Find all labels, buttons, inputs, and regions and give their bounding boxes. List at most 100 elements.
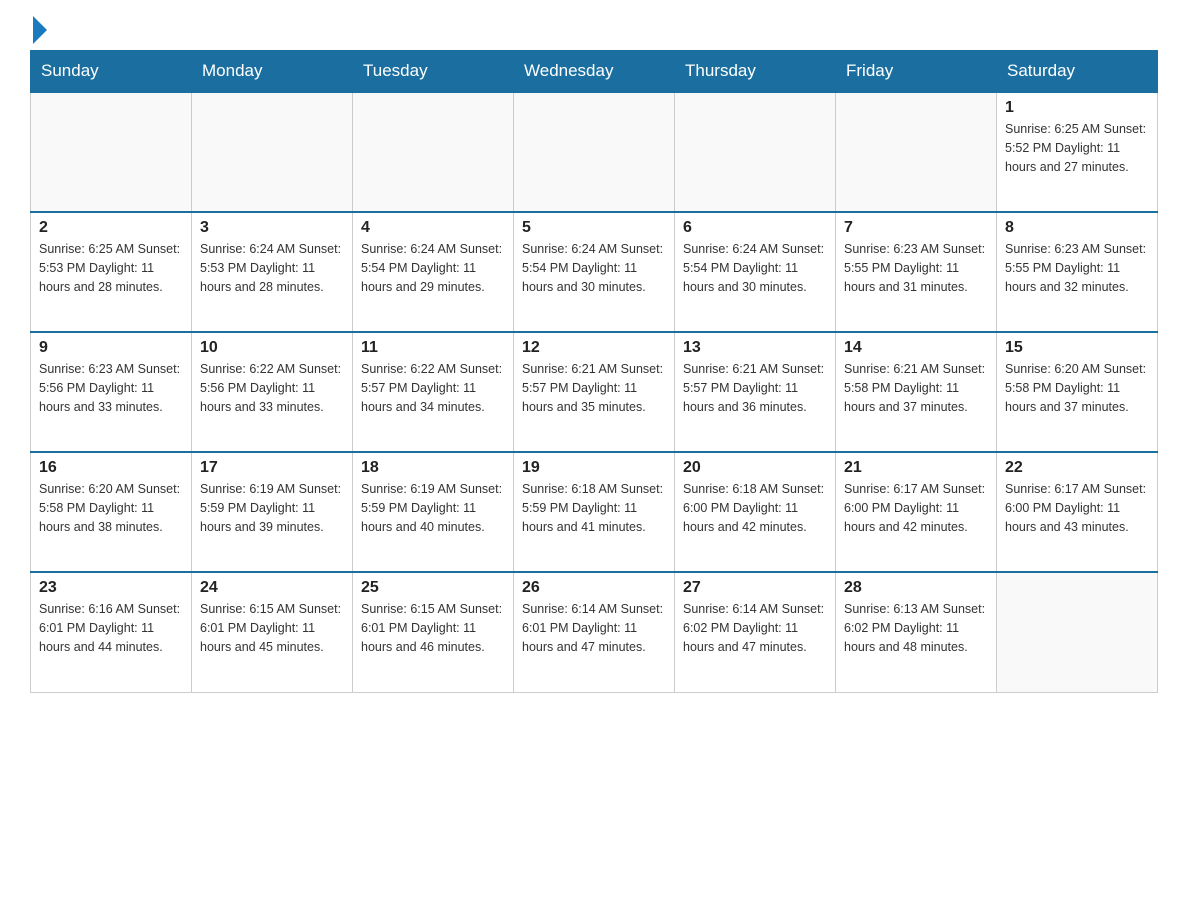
header-monday: Monday xyxy=(192,51,353,93)
day-number: 26 xyxy=(522,579,666,597)
day-cell: 25 Sunrise: 6:15 AM Sunset: 6:01 PM Dayli… xyxy=(353,572,514,692)
day-number: 21 xyxy=(844,459,988,477)
week-row-1: 1 Sunrise: 6:25 AM Sunset: 5:52 PM Daylig… xyxy=(31,92,1158,212)
day-cell: 8 Sunrise: 6:23 AM Sunset: 5:55 PM Daylig… xyxy=(997,212,1158,332)
day-cell: 11 Sunrise: 6:22 AM Sunset: 5:57 PM Dayli… xyxy=(353,332,514,452)
header-friday: Friday xyxy=(836,51,997,93)
header-thursday: Thursday xyxy=(675,51,836,93)
day-info: Sunrise: 6:25 AM Sunset: 5:53 PM Dayligh… xyxy=(39,240,183,296)
day-number: 1 xyxy=(1005,99,1149,117)
calendar-header-row: SundayMondayTuesdayWednesdayThursdayFrid… xyxy=(31,51,1158,93)
day-cell: 13 Sunrise: 6:21 AM Sunset: 5:57 PM Dayli… xyxy=(675,332,836,452)
page-header xyxy=(30,20,1158,40)
day-info: Sunrise: 6:14 AM Sunset: 6:01 PM Dayligh… xyxy=(522,600,666,656)
day-number: 28 xyxy=(844,579,988,597)
day-cell: 23 Sunrise: 6:16 AM Sunset: 6:01 PM Dayli… xyxy=(31,572,192,692)
logo xyxy=(30,20,47,40)
day-cell: 28 Sunrise: 6:13 AM Sunset: 6:02 PM Dayli… xyxy=(836,572,997,692)
day-cell: 14 Sunrise: 6:21 AM Sunset: 5:58 PM Dayli… xyxy=(836,332,997,452)
day-info: Sunrise: 6:22 AM Sunset: 5:56 PM Dayligh… xyxy=(200,360,344,416)
day-info: Sunrise: 6:20 AM Sunset: 5:58 PM Dayligh… xyxy=(39,480,183,536)
day-cell: 12 Sunrise: 6:21 AM Sunset: 5:57 PM Dayli… xyxy=(514,332,675,452)
day-info: Sunrise: 6:25 AM Sunset: 5:52 PM Dayligh… xyxy=(1005,120,1149,176)
day-info: Sunrise: 6:17 AM Sunset: 6:00 PM Dayligh… xyxy=(844,480,988,536)
day-number: 4 xyxy=(361,219,505,237)
day-info: Sunrise: 6:23 AM Sunset: 5:55 PM Dayligh… xyxy=(844,240,988,296)
week-row-2: 2 Sunrise: 6:25 AM Sunset: 5:53 PM Daylig… xyxy=(31,212,1158,332)
day-info: Sunrise: 6:19 AM Sunset: 5:59 PM Dayligh… xyxy=(361,480,505,536)
day-number: 6 xyxy=(683,219,827,237)
day-number: 12 xyxy=(522,339,666,357)
day-info: Sunrise: 6:13 AM Sunset: 6:02 PM Dayligh… xyxy=(844,600,988,656)
day-cell: 17Sunrise: 6:19 AM Sunset: 5:59 PM Dayli… xyxy=(192,452,353,572)
day-number: 3 xyxy=(200,219,344,237)
day-cell: 27 Sunrise: 6:14 AM Sunset: 6:02 PM Dayli… xyxy=(675,572,836,692)
header-tuesday: Tuesday xyxy=(353,51,514,93)
week-row-5: 23 Sunrise: 6:16 AM Sunset: 6:01 PM Dayli… xyxy=(31,572,1158,692)
day-cell xyxy=(997,572,1158,692)
day-info: Sunrise: 6:24 AM Sunset: 5:53 PM Dayligh… xyxy=(200,240,344,296)
day-number: 10 xyxy=(200,339,344,357)
day-cell: 21 Sunrise: 6:17 AM Sunset: 6:00 PM Dayli… xyxy=(836,452,997,572)
day-cell xyxy=(836,92,997,212)
day-number: 14 xyxy=(844,339,988,357)
day-cell: 6 Sunrise: 6:24 AM Sunset: 5:54 PM Daylig… xyxy=(675,212,836,332)
day-info: Sunrise: 6:19 AM Sunset: 5:59 PM Dayligh… xyxy=(200,480,344,536)
week-row-4: 16Sunrise: 6:20 AM Sunset: 5:58 PM Dayli… xyxy=(31,452,1158,572)
day-cell xyxy=(31,92,192,212)
day-info: Sunrise: 6:24 AM Sunset: 5:54 PM Dayligh… xyxy=(361,240,505,296)
day-number: 22 xyxy=(1005,459,1149,477)
day-cell: 9Sunrise: 6:23 AM Sunset: 5:56 PM Daylig… xyxy=(31,332,192,452)
day-info: Sunrise: 6:15 AM Sunset: 6:01 PM Dayligh… xyxy=(361,600,505,656)
day-info: Sunrise: 6:23 AM Sunset: 5:55 PM Dayligh… xyxy=(1005,240,1149,296)
logo-triangle-icon xyxy=(33,16,47,44)
day-cell xyxy=(675,92,836,212)
day-cell: 2 Sunrise: 6:25 AM Sunset: 5:53 PM Daylig… xyxy=(31,212,192,332)
day-cell: 20 Sunrise: 6:18 AM Sunset: 6:00 PM Dayli… xyxy=(675,452,836,572)
day-info: Sunrise: 6:24 AM Sunset: 5:54 PM Dayligh… xyxy=(522,240,666,296)
day-cell: 22 Sunrise: 6:17 AM Sunset: 6:00 PM Dayli… xyxy=(997,452,1158,572)
header-wednesday: Wednesday xyxy=(514,51,675,93)
day-cell xyxy=(192,92,353,212)
day-cell: 4 Sunrise: 6:24 AM Sunset: 5:54 PM Daylig… xyxy=(353,212,514,332)
day-cell: 19 Sunrise: 6:18 AM Sunset: 5:59 PM Dayli… xyxy=(514,452,675,572)
day-number: 2 xyxy=(39,219,183,237)
day-cell: 10 Sunrise: 6:22 AM Sunset: 5:56 PM Dayli… xyxy=(192,332,353,452)
week-row-3: 9Sunrise: 6:23 AM Sunset: 5:56 PM Daylig… xyxy=(31,332,1158,452)
day-number: 9 xyxy=(39,339,183,357)
day-info: Sunrise: 6:21 AM Sunset: 5:57 PM Dayligh… xyxy=(683,360,827,416)
day-cell: 24Sunrise: 6:15 AM Sunset: 6:01 PM Dayli… xyxy=(192,572,353,692)
day-number: 8 xyxy=(1005,219,1149,237)
day-info: Sunrise: 6:24 AM Sunset: 5:54 PM Dayligh… xyxy=(683,240,827,296)
day-cell: 1 Sunrise: 6:25 AM Sunset: 5:52 PM Daylig… xyxy=(997,92,1158,212)
day-number: 20 xyxy=(683,459,827,477)
day-cell xyxy=(514,92,675,212)
calendar-table: SundayMondayTuesdayWednesdayThursdayFrid… xyxy=(30,50,1158,693)
day-info: Sunrise: 6:18 AM Sunset: 6:00 PM Dayligh… xyxy=(683,480,827,536)
day-cell: 5 Sunrise: 6:24 AM Sunset: 5:54 PM Daylig… xyxy=(514,212,675,332)
day-number: 13 xyxy=(683,339,827,357)
day-info: Sunrise: 6:16 AM Sunset: 6:01 PM Dayligh… xyxy=(39,600,183,656)
day-number: 23 xyxy=(39,579,183,597)
header-sunday: Sunday xyxy=(31,51,192,93)
day-cell xyxy=(353,92,514,212)
day-info: Sunrise: 6:17 AM Sunset: 6:00 PM Dayligh… xyxy=(1005,480,1149,536)
day-number: 19 xyxy=(522,459,666,477)
day-number: 27 xyxy=(683,579,827,597)
day-number: 15 xyxy=(1005,339,1149,357)
day-cell: 15Sunrise: 6:20 AM Sunset: 5:58 PM Dayli… xyxy=(997,332,1158,452)
day-cell: 3 Sunrise: 6:24 AM Sunset: 5:53 PM Daylig… xyxy=(192,212,353,332)
day-info: Sunrise: 6:18 AM Sunset: 5:59 PM Dayligh… xyxy=(522,480,666,536)
day-number: 25 xyxy=(361,579,505,597)
day-info: Sunrise: 6:21 AM Sunset: 5:58 PM Dayligh… xyxy=(844,360,988,416)
header-saturday: Saturday xyxy=(997,51,1158,93)
day-info: Sunrise: 6:21 AM Sunset: 5:57 PM Dayligh… xyxy=(522,360,666,416)
day-number: 7 xyxy=(844,219,988,237)
day-cell: 7 Sunrise: 6:23 AM Sunset: 5:55 PM Daylig… xyxy=(836,212,997,332)
day-number: 5 xyxy=(522,219,666,237)
day-info: Sunrise: 6:15 AM Sunset: 6:01 PM Dayligh… xyxy=(200,600,344,656)
day-cell: 26 Sunrise: 6:14 AM Sunset: 6:01 PM Dayli… xyxy=(514,572,675,692)
day-info: Sunrise: 6:22 AM Sunset: 5:57 PM Dayligh… xyxy=(361,360,505,416)
day-number: 11 xyxy=(361,339,505,357)
day-info: Sunrise: 6:14 AM Sunset: 6:02 PM Dayligh… xyxy=(683,600,827,656)
